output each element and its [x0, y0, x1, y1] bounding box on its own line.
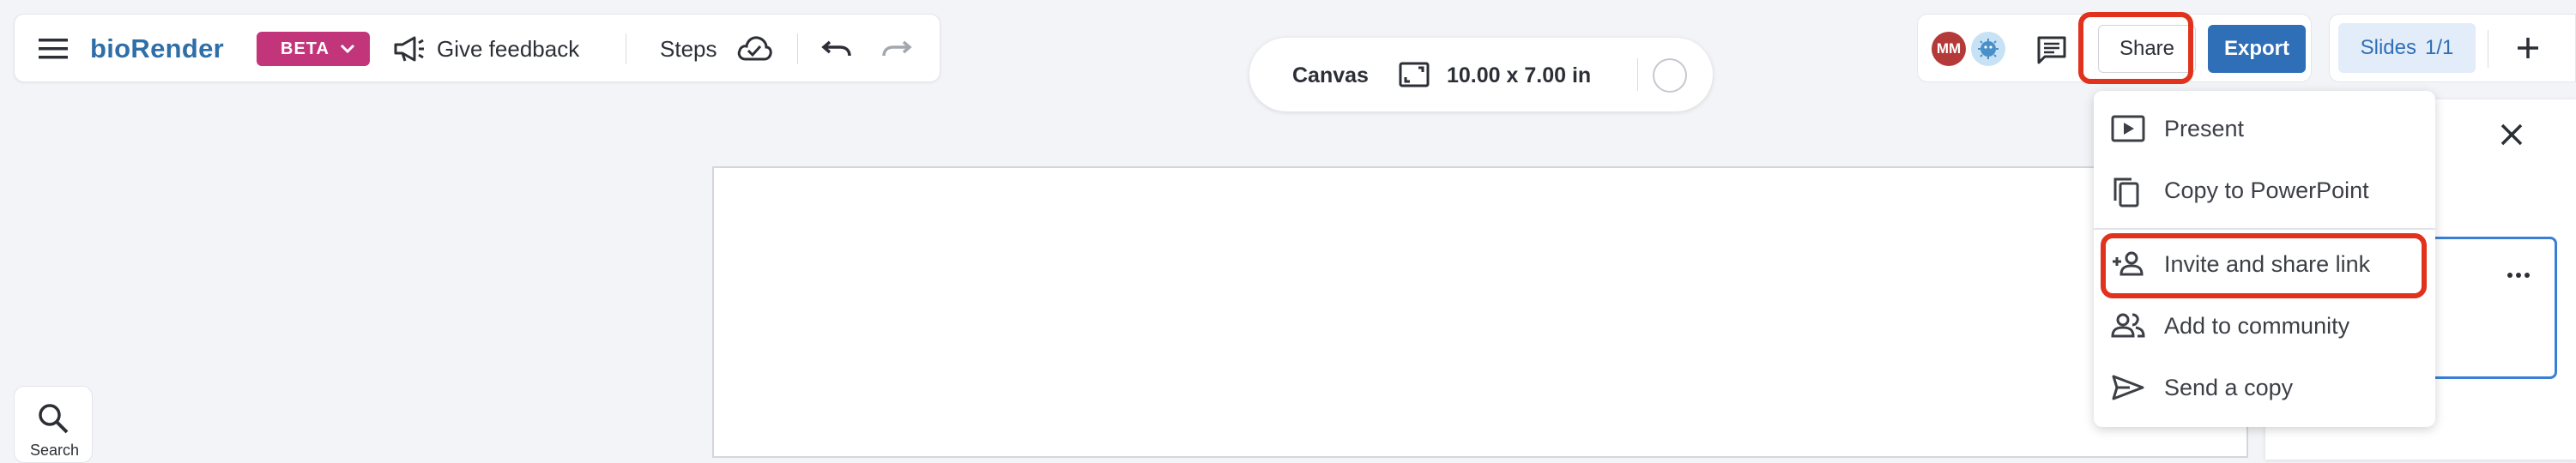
beta-badge[interactable]: BETA: [257, 32, 370, 66]
search-label: Search: [30, 442, 80, 459]
menu-item-add-to-community[interactable]: Add to community: [2094, 295, 2435, 357]
give-feedback-button[interactable]: Give feedback: [437, 36, 579, 63]
search-icon: [37, 402, 70, 435]
divider: [797, 33, 798, 64]
avatar[interactable]: MM: [1932, 32, 1966, 66]
canvas-label: Canvas: [1292, 63, 1369, 87]
design-canvas[interactable]: [712, 166, 2248, 458]
menu-item-label: Present: [2164, 116, 2245, 141]
main-toolbar: bioRender BETA Give feedback Steps: [14, 14, 940, 82]
megaphone-icon[interactable]: [392, 33, 426, 64]
close-icon[interactable]: [2499, 122, 2525, 147]
menu-divider: [2094, 228, 2435, 230]
share-button-highlight: [2078, 12, 2193, 84]
export-button[interactable]: Export: [2208, 25, 2306, 73]
background-color-swatch[interactable]: [1653, 58, 1687, 93]
slide-thumbnail[interactable]: [2420, 237, 2557, 379]
add-slide-icon[interactable]: [2515, 35, 2541, 61]
search-button[interactable]: Search: [14, 386, 93, 463]
play-icon: [2111, 115, 2145, 142]
cloud-saved-icon[interactable]: [735, 33, 773, 63]
copy-icon: [2111, 177, 2145, 207]
comment-icon[interactable]: [2036, 35, 2067, 64]
more-options-icon[interactable]: [2506, 272, 2531, 279]
send-icon: [2111, 374, 2145, 401]
slides-count: 1/1: [2425, 36, 2454, 59]
resize-icon[interactable]: [1399, 62, 1430, 87]
app-logo[interactable]: bioRender: [90, 33, 224, 64]
invite-highlight: [2101, 233, 2427, 298]
chevron-down-icon: [340, 44, 355, 54]
undo-icon[interactable]: [821, 37, 852, 61]
slides-label: Slides: [2360, 36, 2416, 59]
redo-icon[interactable]: [881, 37, 912, 61]
menu-icon[interactable]: [39, 37, 68, 61]
steps-button[interactable]: Steps: [660, 36, 717, 63]
beta-label: BETA: [281, 39, 330, 58]
menu-item-copy-to-powerpoint[interactable]: Copy to PowerPoint: [2094, 159, 2435, 221]
avatar[interactable]: [1971, 32, 2005, 66]
divider: [1637, 58, 1638, 91]
virus-avatar-icon: [1978, 39, 1999, 59]
canvas-size[interactable]: 10.00 x 7.00 in: [1447, 63, 1591, 88]
menu-item-label: Add to community: [2164, 313, 2350, 339]
people-icon: [2111, 312, 2145, 340]
slides-toolbar: Slides 1/1: [2329, 14, 2576, 82]
menu-item-label: Copy to PowerPoint: [2164, 177, 2369, 203]
menu-item-label: Send a copy: [2164, 375, 2294, 400]
menu-item-present[interactable]: Present: [2094, 98, 2435, 159]
menu-item-send-a-copy[interactable]: Send a copy: [2094, 357, 2435, 418]
slides-button[interactable]: Slides 1/1: [2338, 23, 2476, 73]
canvas-size-bar: Canvas 10.00 x 7.00 in: [1249, 38, 1713, 111]
